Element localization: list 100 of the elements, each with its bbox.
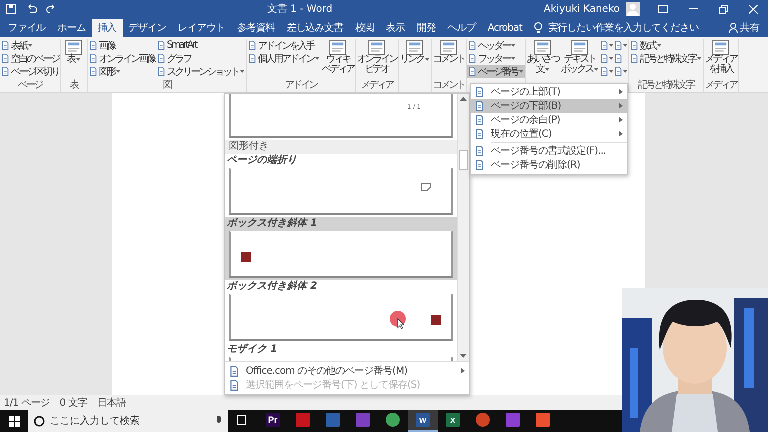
ribbon-tab[interactable]: ファイル	[2, 19, 52, 37]
ribbon-button[interactable]: 表紙	[0, 39, 60, 52]
ribbon-button[interactable]: 数式	[629, 39, 703, 52]
ribbon-button[interactable]: アドインを入手	[247, 39, 321, 52]
taskbar-app[interactable]: Pr	[258, 410, 288, 432]
ribbon-tab[interactable]: ホーム	[52, 19, 92, 37]
status-text[interactable]: 日本語	[97, 396, 126, 410]
menu-item[interactable]: ページの下部(B)	[471, 99, 627, 113]
arrow-icon	[619, 103, 623, 109]
ribbon-button[interactable]: リンク	[399, 39, 431, 65]
caret-icon	[697, 56, 702, 60]
minimize-icon[interactable]	[688, 8, 698, 10]
windows-icon[interactable]	[8, 416, 20, 426]
ribbon-button[interactable]: 個人用アドイン	[247, 52, 321, 65]
menu-item[interactable]: ページ番号の書式設定(F)...	[471, 144, 627, 158]
ribbon-icon-button[interactable]	[600, 65, 614, 78]
menu-item[interactable]: ページ番号の削除(R)	[471, 158, 627, 172]
ribbon-tab[interactable]: 参考資料	[231, 19, 281, 37]
restore-icon[interactable]	[718, 4, 728, 14]
undo-icon[interactable]	[26, 4, 38, 14]
document-icon	[89, 67, 98, 76]
taskbar-app[interactable]: w	[408, 410, 438, 432]
caret-icon	[594, 68, 599, 72]
menu-item[interactable]: Office.com のその他のページ番号(M)	[225, 364, 469, 378]
menu-item[interactable]: ページの余白(P)	[471, 113, 627, 127]
ribbon-tab[interactable]: 開発	[410, 19, 442, 37]
ribbon-button[interactable]: SmartArt	[156, 39, 246, 52]
ribbon-button[interactable]: グラフ	[156, 52, 246, 65]
close-icon[interactable]	[748, 4, 758, 14]
ribbon-button[interactable]: スクリーンショット	[156, 65, 246, 78]
ribbon-button[interactable]: 画像	[88, 39, 156, 52]
document-icon	[600, 54, 609, 63]
document-icon	[475, 129, 485, 139]
scroll-thumb[interactable]	[459, 150, 468, 170]
caret-icon	[545, 68, 550, 72]
ribbon-button[interactable]: 空白のページ	[0, 52, 60, 65]
ribbon-tab[interactable]: デザイン	[122, 19, 172, 37]
caret-icon	[511, 56, 516, 60]
caret-icon	[28, 44, 33, 48]
ribbon-tab[interactable]: 挿入	[92, 19, 123, 37]
ribbon-button[interactable]: 記号と特殊文字	[629, 52, 703, 65]
group-label: アドイン	[284, 80, 318, 92]
ribbon-button[interactable]: ページ区切り	[0, 65, 60, 78]
ribbon-button[interactable]: ウィキ ペディア	[321, 39, 355, 75]
ribbon-display-icon[interactable]	[658, 5, 668, 13]
ribbon-icon-button[interactable]	[614, 39, 628, 52]
document-icon	[600, 41, 609, 50]
group-label: メディア	[360, 80, 394, 92]
microphone-icon[interactable]	[216, 416, 222, 426]
document-icon	[468, 67, 477, 76]
caret-icon	[609, 70, 614, 74]
ribbon-button[interactable]: ページ番号	[467, 65, 525, 78]
ribbon-tab[interactable]: Acrobat	[482, 19, 528, 37]
ribbon-tab[interactable]: レイアウト	[172, 19, 232, 37]
ribbon-tab[interactable]: 差し込み文書	[280, 19, 350, 37]
menu-item[interactable]: ページの上部(T)	[471, 85, 627, 99]
gallery-item[interactable]: モザイク 1	[225, 343, 457, 361]
document-icon	[475, 87, 485, 97]
document-icon	[229, 380, 240, 390]
menu-item[interactable]: 現在の位置(C)	[471, 127, 627, 141]
task-view-icon[interactable]	[237, 415, 249, 425]
taskbar-app[interactable]: x	[438, 410, 468, 432]
share-button[interactable]: 共有	[729, 19, 768, 37]
document-icon	[248, 54, 257, 63]
ribbon-icon-button[interactable]	[614, 65, 628, 78]
search-field[interactable]: ここに入力して検索	[28, 410, 228, 432]
user-name[interactable]: Akiyuki Kaneko	[544, 4, 620, 14]
document-icon	[468, 54, 477, 63]
scroll-down-icon[interactable]	[460, 353, 467, 359]
status-text[interactable]: 1/1 ページ	[4, 396, 50, 410]
redo-icon[interactable]	[46, 4, 56, 14]
tell-me-field[interactable]: 実行したい作業を入力してください	[548, 19, 699, 37]
scrollbar[interactable]	[457, 94, 469, 361]
ribbon-button[interactable]: オンライン画像	[88, 52, 156, 65]
caret-icon	[657, 44, 662, 48]
ribbon-icon-button[interactable]	[600, 39, 614, 52]
ribbon-button[interactable]: テキスト ボックス	[560, 39, 600, 75]
ribbon-button[interactable]: ヘッダー	[467, 39, 525, 52]
caret-icon	[519, 70, 524, 74]
document-icon	[475, 146, 485, 156]
document-icon	[157, 41, 166, 50]
ribbon-button[interactable]: 図形	[88, 65, 156, 78]
ribbon-button[interactable]: コメント	[432, 39, 466, 65]
document-icon	[475, 115, 485, 125]
ribbon-tab[interactable]: ヘルプ	[442, 19, 482, 37]
ribbon-icon-button[interactable]	[600, 52, 614, 65]
document-icon	[630, 41, 639, 50]
caret-icon	[623, 44, 628, 48]
gallery-item[interactable]: ボックス付き斜体 1	[225, 217, 457, 280]
ribbon-button[interactable]: あいさつ 文	[526, 39, 560, 75]
ribbon-button[interactable]: 表	[61, 39, 87, 65]
ribbon-button[interactable]: オンライン ビデオ	[356, 39, 398, 75]
status-text[interactable]: 0 文字	[60, 396, 88, 410]
scroll-up-icon[interactable]	[460, 96, 467, 102]
caret-icon	[116, 70, 121, 74]
ribbon-button[interactable]: メディア を挿入	[704, 39, 738, 75]
ribbon-tab[interactable]: 校閲	[349, 19, 380, 37]
ribbon-tab[interactable]: 表示	[380, 19, 411, 37]
ribbon-button[interactable]: フッター	[467, 52, 525, 65]
save-icon[interactable]	[6, 4, 16, 14]
